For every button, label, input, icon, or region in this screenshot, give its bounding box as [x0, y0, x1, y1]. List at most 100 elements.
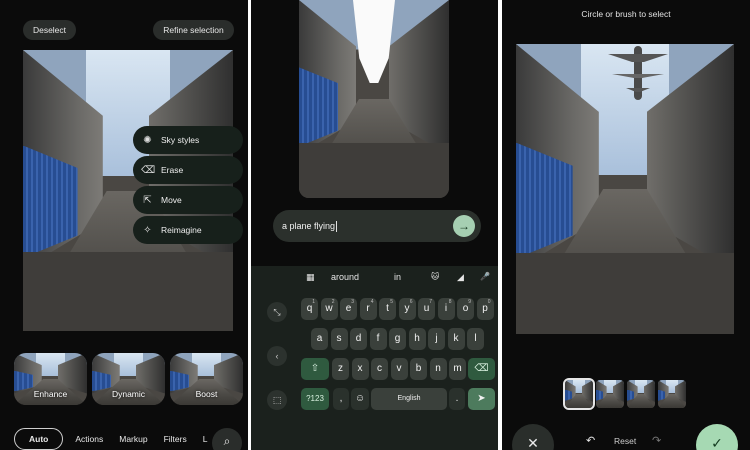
key-j[interactable]: j	[428, 328, 445, 350]
menu-item-move[interactable]: ⇱ Move	[133, 186, 243, 214]
key-w[interactable]: w2	[320, 298, 338, 320]
preset-enhance[interactable]: Enhance	[14, 353, 87, 405]
tab-more[interactable]: L	[203, 434, 208, 444]
key-hint: 9	[468, 299, 471, 305]
preset-label: Boost	[195, 389, 218, 399]
variant-thumbnail[interactable]	[596, 380, 624, 408]
key-n[interactable]: n	[429, 358, 447, 380]
instruction-text: Circle or brush to select	[581, 9, 671, 19]
prompt-text: a plane flying	[282, 221, 336, 231]
key-p[interactable]: p0	[476, 298, 494, 320]
menu-item-reimagine[interactable]: ✧ Reimagine	[133, 216, 243, 244]
key-c[interactable]: c	[371, 358, 388, 380]
emoji-key[interactable]: ☺	[351, 388, 369, 410]
key-y[interactable]: y6	[398, 298, 416, 320]
key-s[interactable]: s	[330, 328, 348, 350]
tab-filters[interactable]: Filters	[164, 434, 187, 444]
suggestion-word[interactable]: in	[394, 272, 401, 282]
key-hint: 1	[312, 299, 315, 305]
erase-icon: ⌫	[141, 164, 156, 176]
key-u[interactable]: u7	[418, 298, 435, 320]
mic-icon[interactable]: 🎤	[480, 272, 490, 281]
key-m[interactable]: m	[449, 358, 466, 380]
variant-strip	[563, 378, 686, 410]
variant-thumbnail[interactable]	[563, 378, 595, 410]
redo-icon[interactable]: ↷	[652, 434, 661, 447]
key-hint: 0	[487, 299, 491, 305]
preset-boost[interactable]: Boost	[170, 353, 243, 405]
send-icon[interactable]: →	[453, 215, 475, 237]
text-caret	[336, 221, 338, 233]
key-v[interactable]: v	[390, 358, 408, 380]
backspace-key[interactable]: ⌫	[468, 358, 495, 380]
suggestion-bar: ▦ around in 🐱 ◢ 🎤	[251, 266, 498, 290]
enter-key[interactable]: ➤	[468, 388, 495, 410]
suggestion-word[interactable]: around	[331, 272, 359, 282]
reimagine-icon: ✧	[143, 224, 152, 236]
theme-icon[interactable]: ◢	[457, 272, 464, 283]
deselect-button[interactable]: Deselect	[23, 20, 76, 40]
key-k[interactable]: k	[447, 328, 465, 350]
key-t[interactable]: t5	[379, 298, 396, 320]
key-h[interactable]: h	[408, 328, 426, 350]
phone-panel-result: Circle or brush to select ✕ ↶ Reset ↷ ✓	[502, 0, 750, 450]
photo-preview[interactable]	[516, 44, 734, 334]
reimagine-prompt-field[interactable]: a plane flying →	[273, 210, 481, 242]
confirm-icon[interactable]: ✓	[696, 424, 738, 450]
key-a[interactable]: a	[311, 328, 328, 350]
tab-markup[interactable]: Markup	[119, 434, 147, 444]
preset-strip: Enhance Dynamic Boost	[14, 353, 244, 405]
shift-key[interactable]: ⇧	[301, 358, 329, 380]
key-hint: 2	[331, 299, 335, 305]
key-hint: 7	[429, 299, 432, 305]
phone-panel-reimagine-prompt: a plane flying → ▦ around in 🐱 ◢ 🎤 ⤡ ‹ ⬚…	[251, 0, 498, 450]
apps-icon[interactable]: ▦	[306, 272, 315, 283]
reset-button[interactable]: Reset	[614, 436, 636, 446]
symbols-key[interactable]: ?123	[301, 388, 329, 410]
key-e[interactable]: e3	[340, 298, 357, 320]
refine-selection-button[interactable]: Refine selection	[153, 20, 234, 40]
key-x[interactable]: x	[351, 358, 369, 380]
back-icon[interactable]: ‹	[267, 346, 287, 366]
menu-item-label: Reimagine	[161, 225, 202, 235]
key-r[interactable]: r4	[359, 298, 377, 320]
key-q[interactable]: q1	[301, 298, 318, 320]
key-hint: 3	[351, 299, 354, 305]
sky-styles-icon: ✺	[143, 134, 152, 146]
keyboard: ▦ around in 🐱 ◢ 🎤 ⤡ ‹ ⬚ q1w2e3r4t5y6u7i8…	[251, 266, 498, 450]
comma-key[interactable]: ,	[333, 388, 349, 410]
cancel-icon[interactable]: ✕	[512, 424, 554, 450]
phone-panel-edit-menu: Deselect Refine selection ✺ Sky styles ⌫…	[0, 0, 248, 450]
menu-item-erase[interactable]: ⌫ Erase	[133, 156, 243, 184]
preset-dynamic[interactable]: Dynamic	[92, 353, 165, 405]
preset-label: Dynamic	[111, 389, 146, 399]
key-b[interactable]: b	[410, 358, 427, 380]
key-f[interactable]: f	[369, 328, 387, 350]
undo-icon[interactable]: ↶	[586, 434, 595, 447]
tab-actions[interactable]: Actions	[75, 434, 103, 444]
menu-item-sky-styles[interactable]: ✺ Sky styles	[133, 126, 243, 154]
tab-auto[interactable]: Auto	[14, 428, 64, 450]
selection-mask	[353, 0, 395, 84]
space-key[interactable]: English	[371, 388, 447, 410]
key-g[interactable]: g	[389, 328, 406, 350]
photo-preview	[299, 0, 449, 198]
select-icon[interactable]: ⬚	[267, 390, 287, 410]
expand-icon[interactable]: ⤡	[267, 302, 287, 322]
editor-tab-bar: Auto Actions Markup Filters L	[14, 428, 223, 450]
key-d[interactable]: d	[350, 328, 367, 350]
menu-item-label: Erase	[161, 165, 184, 175]
period-key[interactable]: .	[449, 388, 465, 410]
key-l[interactable]: l	[467, 328, 484, 350]
key-z[interactable]: z	[332, 358, 349, 380]
key-i[interactable]: i8	[437, 298, 455, 320]
search-icon[interactable]: ⌕	[212, 428, 242, 450]
key-o[interactable]: o9	[457, 298, 474, 320]
key-hint: 5	[390, 299, 393, 305]
menu-item-label: Move	[161, 195, 182, 205]
variant-thumbnail[interactable]	[627, 380, 655, 408]
edit-actions-menu: ✺ Sky styles ⌫ Erase ⇱ Move ✧ Reimagine	[133, 126, 243, 246]
variant-thumbnail[interactable]	[658, 380, 686, 408]
menu-item-label: Sky styles	[161, 135, 200, 145]
emoji-icon[interactable]: 🐱	[431, 272, 439, 281]
